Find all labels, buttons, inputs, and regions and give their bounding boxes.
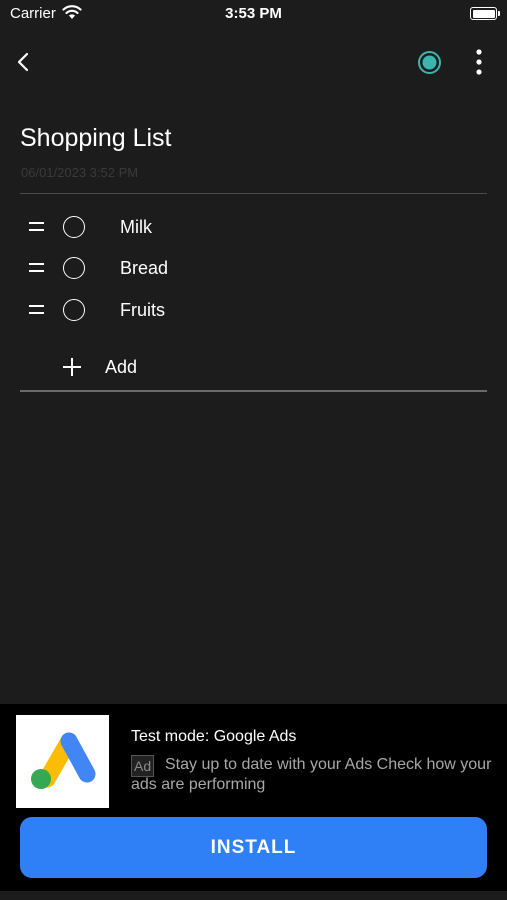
title-divider [20,193,487,194]
list-item[interactable]: Fruits [20,293,487,327]
note-date: 06/01/2023 3:52 PM [21,165,139,180]
install-button[interactable]: INSTALL [20,817,487,878]
item-label[interactable]: Fruits [120,300,165,321]
list-item[interactable]: Milk [20,210,487,244]
item-label[interactable]: Milk [120,217,152,238]
item-label[interactable]: Bread [120,258,168,279]
battery-icon [470,7,500,20]
drag-handle-icon[interactable] [28,220,46,234]
drag-handle-icon[interactable] [28,303,46,317]
chevron-left-icon[interactable] [14,50,34,74]
drag-handle-icon[interactable] [28,261,46,275]
note-title[interactable]: Shopping List [20,124,480,153]
status-bar: Carrier 3:53 PM [0,0,507,28]
ad-body[interactable]: Stay up to date with your Ads Check how … [131,755,493,795]
google-ads-logo-icon [31,732,96,789]
list-item[interactable]: Bread [20,251,487,285]
checkbox[interactable] [63,299,85,321]
home-indicator-area [0,891,507,900]
ad-banner[interactable]: Test mode: Google Ads Stay up to date wi… [0,704,507,900]
ad-badge: Ad [131,755,155,777]
checkbox[interactable] [63,216,85,238]
plus-icon [63,358,81,376]
radio-dot-icon[interactable] [417,50,442,75]
ad-logo[interactable] [16,715,109,808]
ad-title[interactable]: Test mode: Google Ads [131,728,296,746]
add-item-button[interactable]: Add [60,352,260,382]
status-time: 3:53 PM [225,5,282,22]
add-item-label: Add [105,357,138,377]
checkbox[interactable] [63,257,85,279]
list-divider [20,390,487,392]
more-vertical-icon[interactable] [467,48,491,76]
